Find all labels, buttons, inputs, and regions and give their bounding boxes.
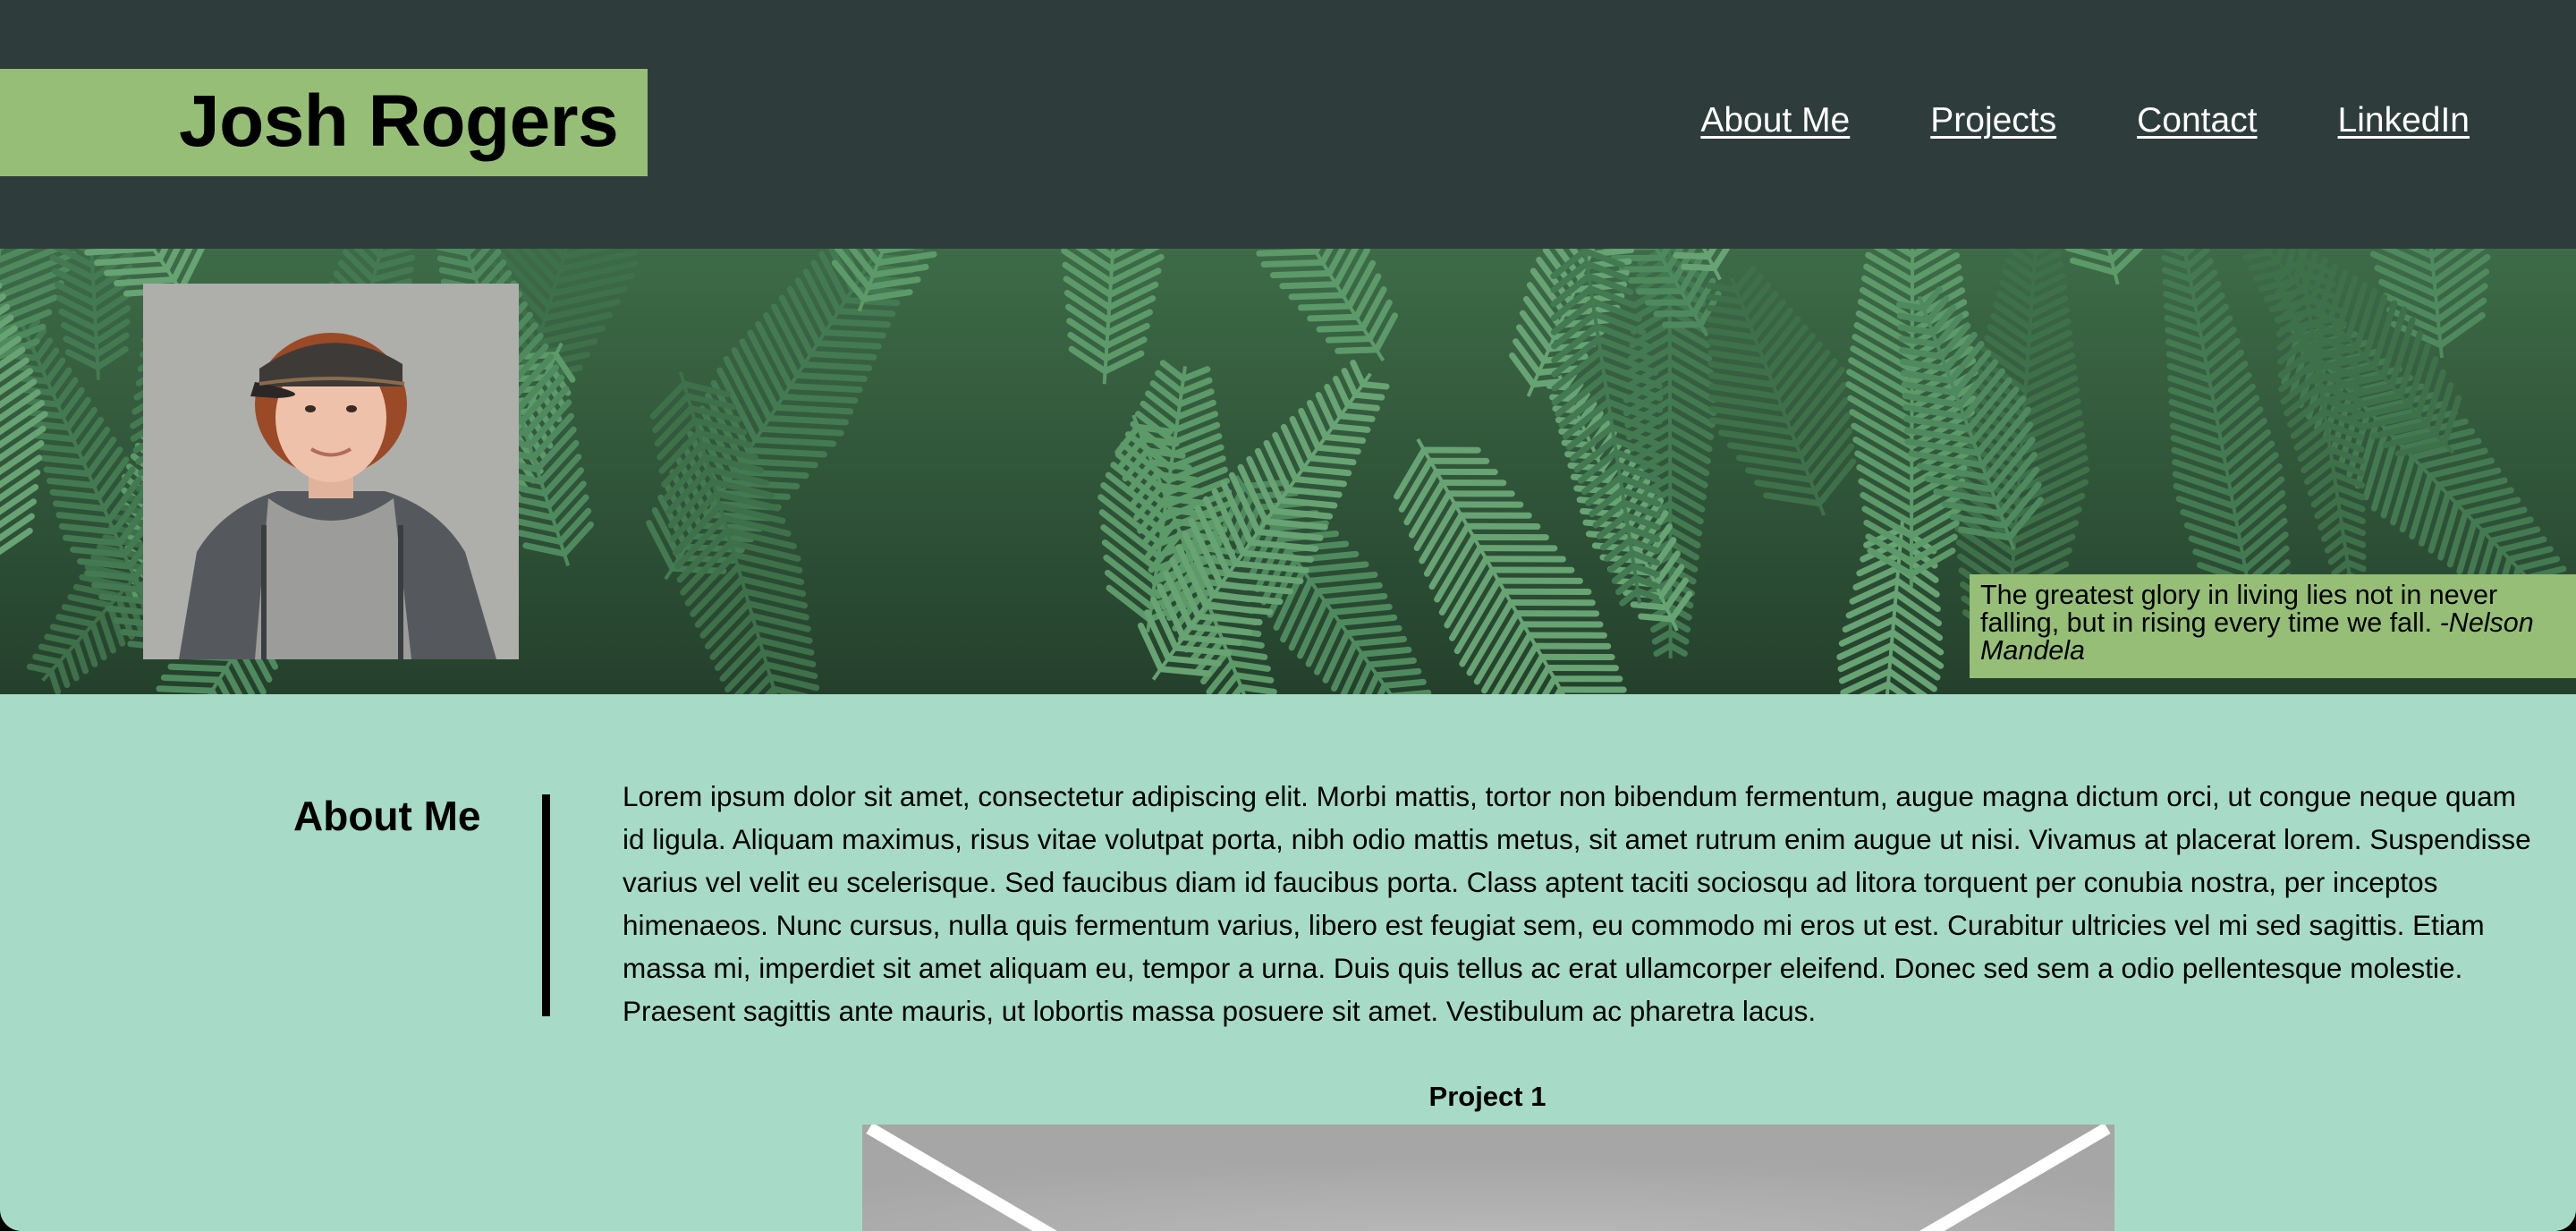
quote-box: The greatest glory in living lies not in… [1970,574,2576,678]
project-title: Project 1 [1428,1081,1546,1112]
profile-photo [143,284,519,659]
nav-about-me-link[interactable]: About Me [1700,98,1850,143]
about-me-text: Lorem ipsum dolor sit amet, consectetur … [623,780,2531,1027]
page: Josh Rogers About Me Projects Contact Li… [0,0,2576,1231]
quote-text: The greatest glory in living lies not in… [1980,580,2498,638]
about-divider [542,794,550,1016]
main-nav: About Me Projects Contact LinkedIn [1700,98,2470,143]
site-header: Josh Rogers About Me Projects Contact Li… [0,0,2576,249]
nav-contact-link[interactable]: Contact [2137,98,2257,143]
nav-projects-link[interactable]: Projects [1930,98,2056,143]
hero-banner: The greatest glory in living lies not in… [0,249,2576,694]
site-title: Josh Rogers [179,81,619,162]
project-image-placeholder[interactable] [862,1125,2114,1231]
nav-linkedin-link[interactable]: LinkedIn [2338,98,2470,143]
about-me-heading: About Me [293,793,481,839]
